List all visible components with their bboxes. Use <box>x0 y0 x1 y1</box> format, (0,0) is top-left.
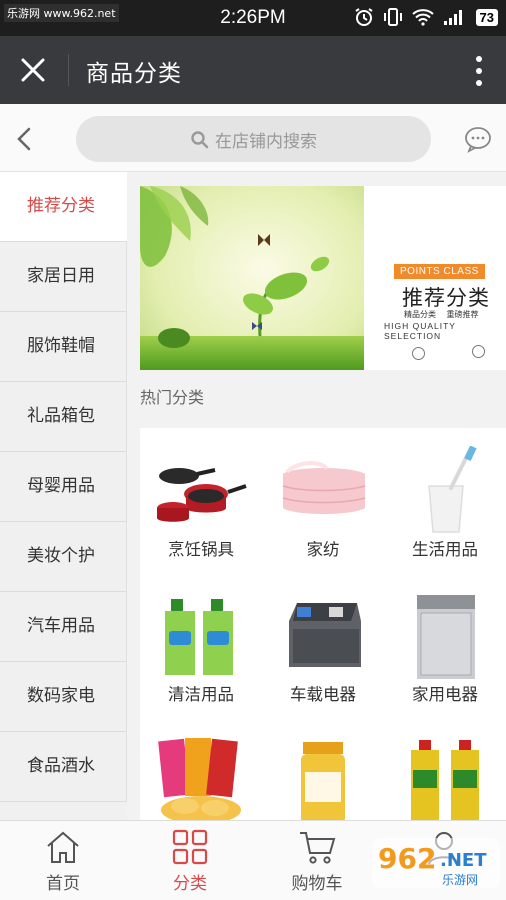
snacks-icon <box>158 738 241 820</box>
category-label: 清洁用品 <box>168 685 234 704</box>
tab-label: 分类 <box>173 874 207 894</box>
wifi-icon <box>411 9 434 26</box>
category-cookware[interactable]: 烹饪锅具 <box>140 428 262 573</box>
status-icons: 73 <box>354 7 498 27</box>
category-home-appliances[interactable]: 家用电器 <box>384 573 506 718</box>
svg-text:乐游网: 乐游网 <box>442 873 478 887</box>
sidebar-item-baby[interactable]: 母婴用品 <box>0 452 127 522</box>
category-cleaning[interactable]: 清洁用品 <box>140 573 262 718</box>
search-icon <box>191 130 209 148</box>
sidebar-item-gifts-bags[interactable]: 礼品箱包 <box>0 382 127 452</box>
tab-cart[interactable]: 购物车 <box>254 821 380 900</box>
carousel-dot-2[interactable] <box>472 345 485 358</box>
sidebar-item-auto[interactable]: 汽车用品 <box>0 592 127 662</box>
tab-home[interactable]: 首页 <box>0 821 126 900</box>
tab-label: 首页 <box>46 874 80 894</box>
section-title: 热门分类 <box>140 388 205 407</box>
sidebar-item-food-drink[interactable]: 食品酒水 <box>0 732 127 802</box>
category-grid-icon <box>172 829 208 865</box>
carousel-dot-1[interactable] <box>412 347 425 360</box>
title-divider <box>68 54 69 86</box>
category-label: 家纺 <box>306 540 340 559</box>
watermark-logo: 962 .NET 乐游网 <box>372 838 500 888</box>
category-label: 烹饪锅具 <box>168 540 234 559</box>
category-content: POINTS CLASS 推荐分类 精品分类 重磅推荐 HIGH QUALITY… <box>140 172 506 820</box>
banner-title: 推荐分类 <box>402 286 490 310</box>
chat-icon[interactable] <box>464 125 492 153</box>
promo-banner[interactable]: POINTS CLASS 推荐分类 精品分类 重磅推荐 HIGH QUALITY… <box>140 186 506 370</box>
vibrate-icon <box>383 8 402 26</box>
dishwasher-icon <box>417 595 475 679</box>
status-bar: 乐游网 www.962.net 2:26PM 73 <box>0 0 506 36</box>
svg-text:.NET: .NET <box>440 850 487 871</box>
bedding-icon <box>282 461 366 514</box>
category-grid: 烹饪锅具 家纺 生活用品 清洁用品 车载电器 家用电器 <box>140 428 506 820</box>
detergent-icon <box>165 599 233 675</box>
category-bedding[interactable]: 家纺 <box>262 428 384 573</box>
category-label: 生活用品 <box>412 540 478 559</box>
alarm-icon <box>354 8 373 26</box>
nature-banner-image <box>140 186 364 370</box>
tab-category[interactable]: 分类 <box>127 821 253 900</box>
battery-indicator: 73 <box>475 8 498 26</box>
title-bar: 商品分类 <box>0 36 506 104</box>
category-car-appliances[interactable]: 车载电器 <box>262 573 384 718</box>
toothbrush-cup-icon <box>428 446 477 533</box>
cart-icon <box>300 832 336 864</box>
category-honey[interactable] <box>262 718 384 820</box>
tab-label: 购物车 <box>291 874 343 894</box>
svg-text:962: 962 <box>378 842 436 875</box>
honey-jar-icon <box>301 742 345 820</box>
signal-icon <box>443 10 462 25</box>
category-snacks[interactable] <box>140 718 262 820</box>
category-label: 家用电器 <box>412 685 478 704</box>
page-title: 商品分类 <box>86 61 182 87</box>
close-icon[interactable] <box>16 53 50 87</box>
search-placeholder: 在店铺内搜索 <box>215 131 317 152</box>
search-bar: 在店铺内搜索 <box>0 104 506 172</box>
sidebar-item-home-daily[interactable]: 家居日用 <box>0 242 127 312</box>
sidebar-item-digital[interactable]: 数码家电 <box>0 662 127 732</box>
category-daily-goods[interactable]: 生活用品 <box>384 428 506 573</box>
sidebar-item-beauty[interactable]: 美妆个护 <box>0 522 127 592</box>
cookware-icon <box>157 468 247 522</box>
car-fridge-icon <box>289 603 361 667</box>
sidebar-item-recommended[interactable]: 推荐分类 <box>0 172 127 242</box>
sidebar-item-apparel[interactable]: 服饰鞋帽 <box>0 312 127 382</box>
category-sidebar: 推荐分类 家居日用 服饰鞋帽 礼品箱包 母婴用品 美妆个护 汽车用品 数码家电 … <box>0 172 127 820</box>
banner-tag: POINTS CLASS <box>394 264 485 279</box>
home-icon <box>47 831 79 863</box>
category-cooking-oil[interactable] <box>384 718 506 820</box>
category-label: 车载电器 <box>290 685 356 704</box>
cooking-oil-icon <box>411 740 479 820</box>
more-menu-icon[interactable] <box>474 54 484 88</box>
back-icon[interactable] <box>14 126 36 152</box>
banner-english: HIGH QUALITY SELECTION <box>384 321 456 341</box>
banner-subtitle: 精品分类 重磅推荐 <box>404 310 479 319</box>
banner-text-panel: POINTS CLASS 推荐分类 精品分类 重磅推荐 HIGH QUALITY… <box>364 186 506 370</box>
search-input[interactable]: 在店铺内搜索 <box>76 116 431 162</box>
